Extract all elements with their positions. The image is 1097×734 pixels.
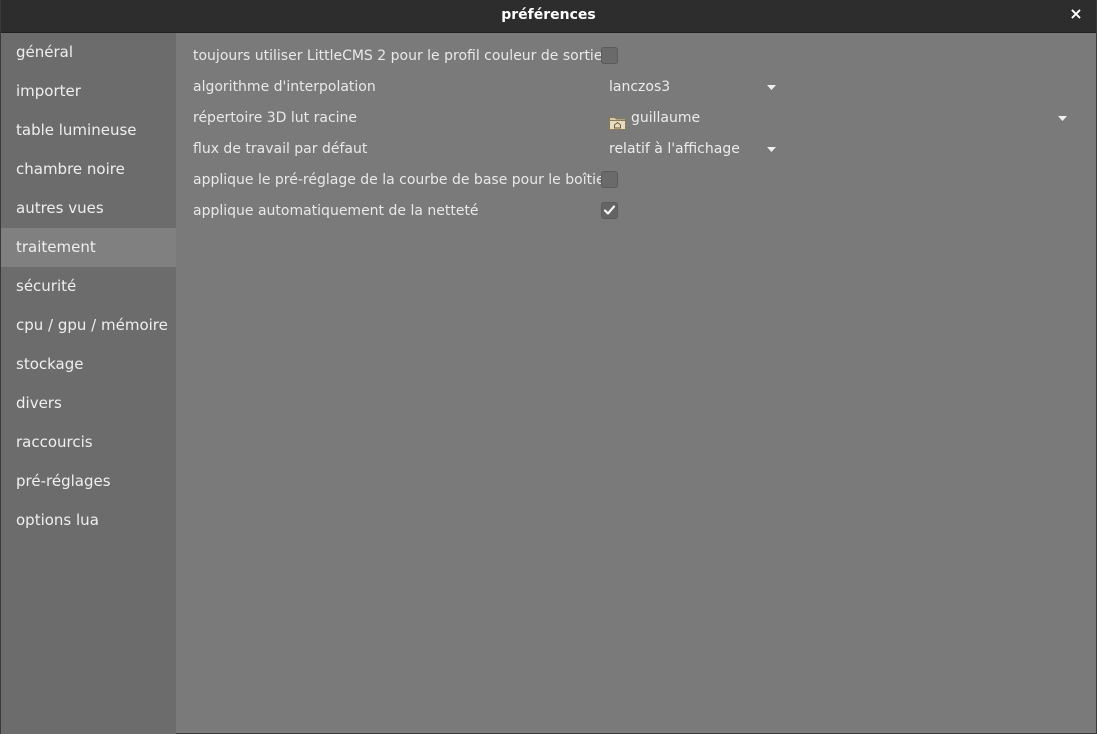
title-bar: préférences × <box>1 0 1096 33</box>
chevron-down-icon <box>767 72 776 90</box>
sidebar-item-lua-options[interactable]: options lua <box>1 501 176 540</box>
littlecms-label: toujours utiliser LittleCMS 2 pour le pr… <box>193 48 603 64</box>
setting-row-interpolation: algorithme d'interpolation lanczos3 <box>193 72 1083 103</box>
base-curve-checkbox[interactable] <box>601 171 618 188</box>
interpolation-label: algorithme d'interpolation <box>193 79 376 95</box>
sidebar-item-other-views[interactable]: autres vues <box>1 189 176 228</box>
workflow-label: flux de travail par défaut <box>193 141 368 157</box>
sidebar-item-general[interactable]: général <box>1 33 176 72</box>
sidebar-item-processing[interactable]: traitement <box>1 228 176 267</box>
sidebar: général importer table lumineuse chambre… <box>1 33 176 734</box>
setting-row-littlecms: toujours utiliser LittleCMS 2 pour le pr… <box>193 41 1083 72</box>
checkmark-icon <box>603 205 616 215</box>
workflow-value: relatif à l'affichage <box>609 141 740 157</box>
settings-panel: toujours utiliser LittleCMS 2 pour le pr… <box>176 33 1096 732</box>
sidebar-item-cpu-gpu-memory[interactable]: cpu / gpu / mémoire <box>1 306 176 345</box>
sidebar-item-darkroom[interactable]: chambre noire <box>1 150 176 189</box>
sidebar-item-security[interactable]: sécurité <box>1 267 176 306</box>
lut-label: répertoire 3D lut racine <box>193 110 358 126</box>
setting-row-lut-directory: répertoire 3D lut racine guillaume <box>193 103 1083 134</box>
sidebar-item-presets[interactable]: pré-réglages <box>1 462 176 501</box>
base-curve-label: applique le pré-réglage de la courbe de … <box>193 172 611 188</box>
setting-row-workflow: flux de travail par défaut relatif à l'a… <box>193 134 1083 165</box>
workflow-dropdown[interactable]: relatif à l'affichage <box>609 134 779 165</box>
sidebar-item-lighttable[interactable]: table lumineuse <box>1 111 176 150</box>
interpolation-dropdown[interactable]: lanczos3 <box>609 72 779 103</box>
lut-folder-chooser[interactable]: guillaume <box>609 103 1075 134</box>
sidebar-item-import[interactable]: importer <box>1 72 176 111</box>
close-icon[interactable]: × <box>1068 4 1084 24</box>
setting-row-base-curve: applique le pré-réglage de la courbe de … <box>193 165 1083 196</box>
preferences-window: préférences × général importer table lum… <box>0 0 1097 734</box>
lut-folder-value: guillaume <box>631 110 701 126</box>
interpolation-value: lanczos3 <box>609 79 671 95</box>
chevron-down-icon <box>767 134 776 152</box>
window-title: préférences <box>501 7 596 23</box>
chevron-down-icon <box>1058 103 1067 121</box>
sidebar-item-shortcuts[interactable]: raccourcis <box>1 423 176 462</box>
sidebar-item-storage[interactable]: stockage <box>1 345 176 384</box>
setting-row-sharpen: applique automatiquement de la netteté <box>193 196 1083 227</box>
sharpen-checkbox[interactable] <box>601 202 618 219</box>
sharpen-label: applique automatiquement de la netteté <box>193 203 479 219</box>
sidebar-item-misc[interactable]: divers <box>1 384 176 423</box>
littlecms-checkbox[interactable] <box>601 47 618 64</box>
